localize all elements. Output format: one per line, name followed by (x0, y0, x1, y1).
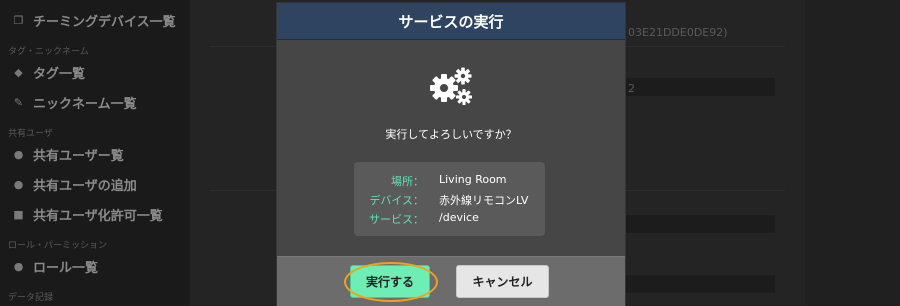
sidebar-item-shared-users[interactable]: ● 共有ユーザー覧 (12, 143, 124, 165)
field-bar (625, 78, 775, 96)
dialog-title: サービスの実行 (398, 12, 504, 31)
dialog-header: サービスの実行 (277, 3, 625, 40)
dialog-footer: 実行する キャンセル (277, 256, 625, 306)
field-bar (625, 275, 775, 293)
sidebar-item-label: ニックネーム一覧 (33, 96, 137, 112)
field-value: 2 (628, 82, 635, 95)
user-icon: ● (13, 147, 24, 161)
sidebar-item-label: 共有ユーザー覧 (33, 148, 124, 164)
sidebar-section-roles: ロール・パーミッション (8, 241, 108, 251)
sidebar-item-nickname-list[interactable]: ✎ ニックネーム一覧 (12, 91, 137, 113)
service-label: サービス： (369, 213, 424, 226)
user-plus-icon: ● (13, 177, 24, 191)
sidebar-section-shared: 共有ユーザ (8, 129, 53, 139)
sidebar-item-label: チーミングデバイス一覧 (33, 14, 176, 30)
service-info-box: 場所： Living Room デバイス： 赤外線リモコンLV サービス： /d… (354, 162, 545, 236)
place-value: Living Room (439, 173, 507, 186)
device-label: デバイス： (369, 194, 424, 207)
gears-icon (429, 66, 473, 106)
sidebar-item-label: タグ一覧 (33, 66, 86, 82)
sidebar-item-tag-list[interactable]: ◆ タグ一覧 (12, 61, 85, 83)
info-row-device: デバイス： 赤外線リモコンLV (354, 192, 545, 210)
sidebar: ❐ チーミングデバイス一覧 タグ・ニックネーム ◆ タグ一覧 ✎ ニックネーム一… (0, 0, 190, 305)
sidebar-section-data: データ記録 (8, 293, 54, 303)
service-execute-dialog: サービスの実行 実行してよろしいですか？ 場所： Living Room デバイ… (277, 3, 625, 306)
sidebar-item-add-shared-user[interactable]: ● 共有ユーザの追加 (12, 173, 137, 195)
device-value: 赤外線リモコンLV (439, 194, 529, 207)
sidebar-item-role-list[interactable]: ● ロール一覧 (12, 255, 98, 277)
info-row-place: 場所： Living Room (354, 173, 545, 191)
sidebar-item-label: 共有ユーザ化許可一覧 (33, 208, 163, 224)
pencil-icon: ✎ (13, 95, 24, 109)
field-bar (625, 215, 775, 233)
service-value: /device (439, 211, 479, 224)
sidebar-section-tags: タグ・ニックネーム (8, 47, 89, 57)
cancel-button[interactable]: キャンセル (456, 265, 549, 298)
tag-icon: ◆ (14, 65, 23, 79)
device-id-text: 03E21DDE0DE92) (628, 26, 728, 39)
users-icon: ● (13, 259, 24, 273)
lock-icon: ■ (13, 207, 24, 221)
sidebar-item-teaming-devices[interactable]: ❐ チーミングデバイス一覧 (12, 9, 176, 31)
place-label: 場所： (391, 175, 424, 188)
right-panel (805, 0, 900, 305)
sidebar-item-label: 共有ユーザの追加 (33, 178, 137, 194)
copy-icon: ❐ (13, 13, 24, 27)
sidebar-item-label: ロール一覧 (33, 260, 99, 276)
dialog-body: 実行してよろしいですか？ 場所： Living Room デバイス： 赤外線リモ… (277, 40, 625, 258)
sidebar-item-shared-permission[interactable]: ■ 共有ユーザ化許可一覧 (12, 203, 163, 225)
highlight-ring (344, 262, 438, 302)
confirm-question: 実行してよろしいですか？ (385, 128, 517, 141)
info-row-service: サービス： /device (354, 211, 545, 229)
